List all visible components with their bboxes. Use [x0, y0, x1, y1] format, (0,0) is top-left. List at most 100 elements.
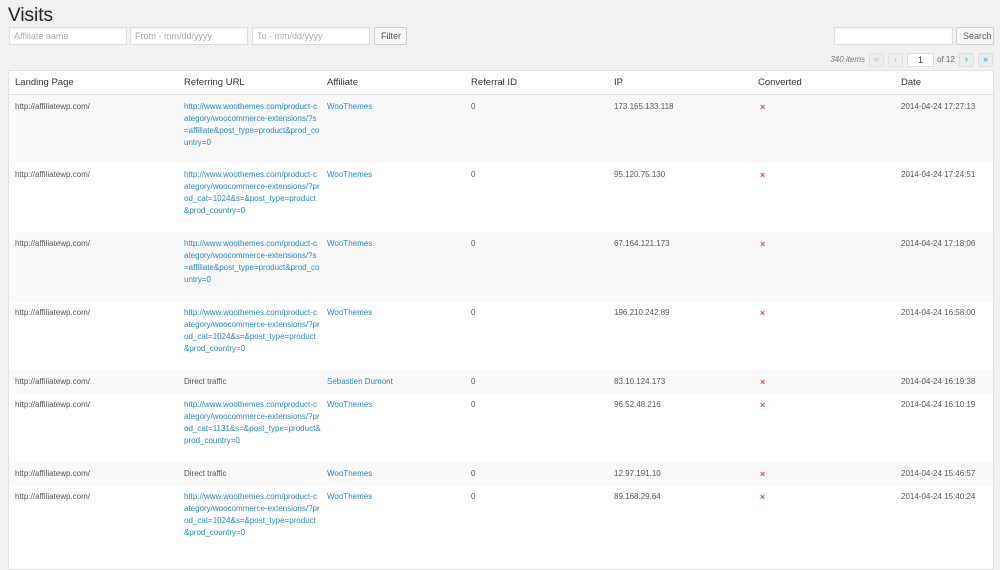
table-row: http://affiliatewp.com/http://www.woothe… — [9, 485, 993, 554]
col-header-referring-url[interactable]: Referring URL — [178, 71, 321, 95]
table-row: http://affiliatewp.com/http://www.woothe… — [9, 94, 993, 163]
affiliate-cell: WooThemes — [321, 462, 465, 485]
col-header-landing-page[interactable]: Landing Page — [9, 71, 178, 95]
ip-cell: 83.10.124.173 — [608, 370, 752, 393]
referral-id-cell: 0 — [465, 94, 608, 163]
landing-page-cell: http://affiliatewp.com/ — [15, 492, 90, 501]
table-row: http://affiliatewp.com/http://www.woothe… — [9, 232, 993, 301]
to-date-input[interactable] — [252, 27, 370, 45]
current-page-input[interactable] — [907, 53, 934, 67]
landing-page-cell: http://affiliatewp.com/ — [15, 170, 90, 179]
date-cell: 2014-04-24 15:46:57 — [895, 462, 993, 485]
col-header-referral-id[interactable]: Referral ID — [465, 71, 608, 95]
affiliate-cell: Sebastien Dumont — [321, 370, 465, 393]
referring-url-text: Direct traffic — [184, 377, 227, 386]
not-converted-icon: × — [760, 308, 766, 318]
referring-url-cell: Direct traffic — [178, 462, 321, 485]
affiliate-cell: WooThemes — [321, 94, 465, 163]
not-converted-icon: × — [760, 469, 766, 479]
converted-cell: × — [752, 485, 895, 554]
converted-cell: × — [752, 232, 895, 301]
affiliate-cell: WooThemes — [321, 485, 465, 554]
not-converted-icon: × — [760, 377, 766, 387]
ip-cell: 96.52.48.216 — [614, 400, 661, 409]
page-title: Visits — [8, 5, 54, 26]
items-count: 340 items — [830, 55, 865, 64]
search-button[interactable]: Search — [956, 27, 994, 45]
referring-url-cell: http://www.woothemes.com/product-categor… — [178, 163, 321, 232]
date-cell: 2014-04-24 17:27:13 — [895, 94, 993, 163]
referring-url-link[interactable]: http://www.woothemes.com/product-categor… — [184, 400, 321, 445]
referring-url-link[interactable]: http://www.woothemes.com/product-categor… — [184, 170, 320, 215]
visits-table-container: Landing Page Referring URL Affiliate Ref… — [8, 70, 994, 570]
not-converted-icon: × — [760, 170, 766, 180]
referring-url-cell: http://www.woothemes.com/product-categor… — [178, 94, 321, 163]
visits-table: Landing Page Referring URL Affiliate Ref… — [9, 71, 993, 554]
date-cell: 2014-04-24 16:58:00 — [901, 308, 976, 317]
landing-page-cell: http://affiliatewp.com/ — [9, 94, 178, 163]
last-page-button[interactable]: » — [978, 53, 993, 67]
ip-cell: 12.97.191.10 — [608, 462, 752, 485]
converted-cell: × — [752, 163, 895, 232]
col-header-date[interactable]: Date — [895, 71, 993, 95]
affiliate-link[interactable]: WooThemes — [327, 400, 372, 409]
referring-url-cell: http://www.woothemes.com/product-categor… — [178, 485, 321, 554]
converted-cell: × — [752, 462, 895, 485]
referring-url-cell: http://www.woothemes.com/product-categor… — [178, 301, 321, 370]
affiliate-link[interactable]: WooThemes — [327, 102, 372, 111]
from-date-input[interactable] — [130, 27, 248, 45]
referring-url-text: Direct traffic — [184, 469, 227, 478]
referring-url-link[interactable]: http://www.woothemes.com/product-categor… — [184, 308, 320, 353]
date-cell: 2014-04-24 16:19:38 — [895, 370, 993, 393]
referring-url-cell: Direct traffic — [178, 370, 321, 393]
referral-id-cell: 0 — [465, 462, 608, 485]
landing-page-cell: http://affiliatewp.com/ — [9, 370, 178, 393]
search-input[interactable] — [834, 27, 953, 45]
referring-url-link[interactable]: http://www.woothemes.com/product-categor… — [184, 239, 320, 284]
referring-url-link[interactable]: http://www.woothemes.com/product-categor… — [184, 492, 320, 537]
total-pages-label: of 12 — [937, 55, 955, 64]
col-header-affiliate[interactable]: Affiliate — [321, 71, 465, 95]
referral-id-cell: 0 — [471, 170, 476, 179]
date-cell: 2014-04-24 17:24:51 — [901, 170, 976, 179]
referring-url-cell: http://www.woothemes.com/product-categor… — [178, 393, 321, 462]
affiliate-cell: WooThemes — [321, 301, 465, 370]
first-page-button[interactable]: « — [869, 53, 884, 67]
next-page-button[interactable]: › — [959, 53, 974, 67]
not-converted-icon: × — [760, 101, 766, 112]
landing-page-cell: http://affiliatewp.com/ — [9, 232, 178, 301]
referral-id-cell: 0 — [471, 308, 476, 317]
affiliate-link[interactable]: WooThemes — [327, 170, 372, 179]
affiliate-name-input[interactable] — [9, 27, 127, 45]
converted-cell: × — [752, 393, 895, 462]
not-converted-icon: × — [760, 400, 766, 410]
affiliate-link[interactable]: Sebastien Dumont — [327, 377, 393, 386]
affiliate-link[interactable]: WooThemes — [327, 308, 372, 317]
referral-id-cell: 0 — [465, 232, 608, 301]
referring-url-link[interactable]: http://www.woothemes.com/product-categor… — [184, 102, 320, 147]
table-header-row: Landing Page Referring URL Affiliate Ref… — [9, 71, 993, 95]
table-row: http://affiliatewp.com/Direct traffic Woo… — [9, 462, 993, 485]
converted-cell: × — [752, 301, 895, 370]
ip-cell: 173.165.133.118 — [608, 94, 752, 163]
col-header-converted[interactable]: Converted — [752, 71, 895, 95]
affiliate-link[interactable]: WooThemes — [327, 469, 372, 478]
filter-button[interactable]: Filter — [374, 27, 407, 45]
converted-cell: × — [752, 370, 895, 393]
table-row: http://affiliatewp.com/Direct traffic Seb… — [9, 370, 993, 393]
prev-page-button[interactable]: ‹ — [888, 53, 903, 67]
col-header-ip[interactable]: IP — [608, 71, 752, 95]
landing-page-cell: http://affiliatewp.com/ — [15, 400, 90, 409]
referring-url-cell: http://www.woothemes.com/product-categor… — [178, 232, 321, 301]
ip-cell: 95.120.75.130 — [614, 170, 666, 179]
table-row: http://affiliatewp.com/http://www.woothe… — [9, 301, 993, 370]
not-converted-icon: × — [760, 239, 766, 249]
table-row: http://affiliatewp.com/http://www.woothe… — [9, 163, 993, 232]
affiliate-cell: WooThemes — [321, 393, 465, 462]
ip-cell: 196.210.242.89 — [614, 308, 670, 317]
ip-cell: 67.164.121.173 — [608, 232, 752, 301]
ip-cell: 89.168.29.64 — [614, 492, 661, 501]
referral-id-cell: 0 — [471, 400, 476, 409]
affiliate-link[interactable]: WooThemes — [327, 239, 372, 248]
affiliate-link[interactable]: WooThemes — [327, 492, 372, 501]
